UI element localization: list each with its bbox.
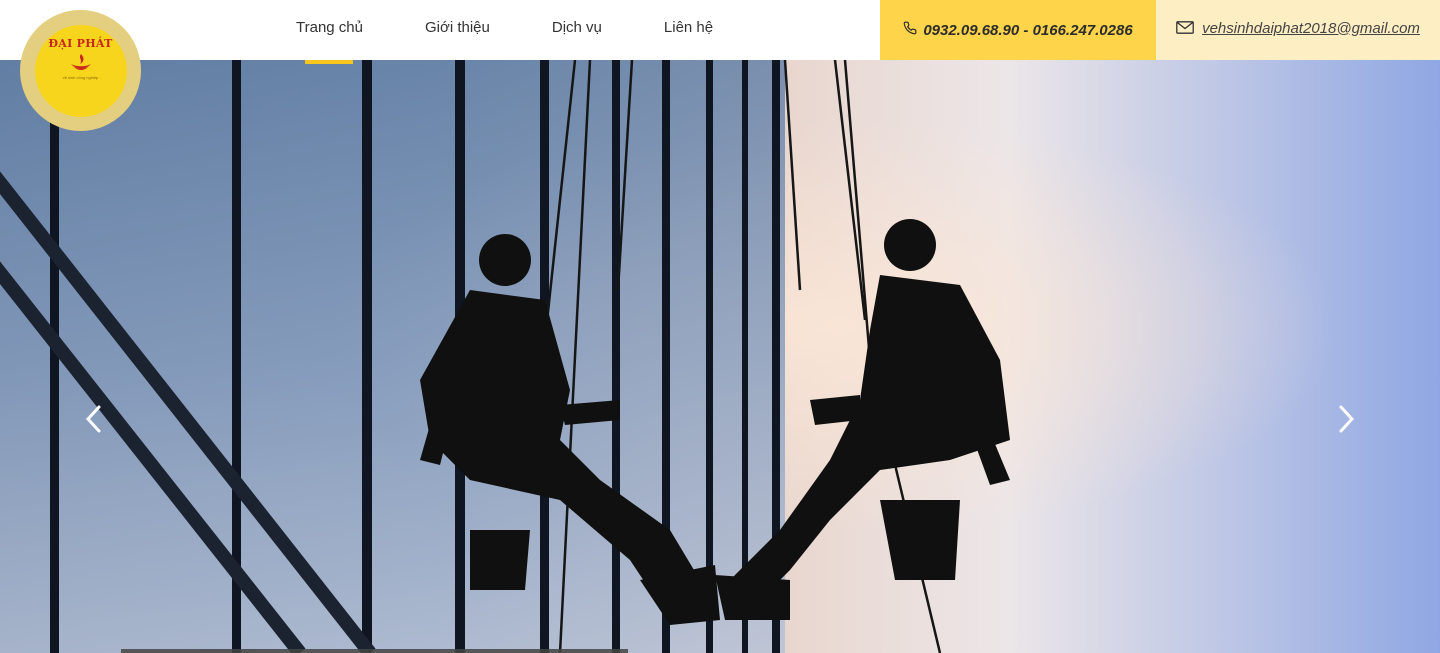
site-logo[interactable]: ĐẠI PHÁT vệ sinh công nghiệp xyxy=(20,10,141,131)
nav-item-label: Trang chủ xyxy=(296,18,363,36)
nav-item-label: Giới thiệu xyxy=(424,18,490,36)
phone-contact[interactable]: 0932.09.68.90 - 0166.247.0286 xyxy=(880,0,1156,60)
nav-item-services[interactable]: Dịch vụ xyxy=(521,0,633,60)
chevron-right-icon xyxy=(1339,405,1355,433)
nav-item-about[interactable]: Giới thiệu xyxy=(394,0,521,60)
nav-item-contact[interactable]: Liên hệ xyxy=(633,0,744,60)
slider-prev-button[interactable] xyxy=(78,398,108,440)
phone-number: 0932.09.68.90 - 0166.247.0286 xyxy=(923,21,1133,39)
slide-caption-bar xyxy=(121,649,628,653)
logo-flame-icon xyxy=(70,53,91,70)
hero-slider xyxy=(0,60,1440,653)
hero-image xyxy=(0,60,1440,653)
main-nav: Trang chủ Giới thiệu Dịch vụ Liên hệ xyxy=(265,0,744,64)
email-contact[interactable]: vehsinhdaiphat2018@gmail.com xyxy=(1156,0,1440,60)
nav-item-home[interactable]: Trang chủ xyxy=(265,0,394,64)
slider-next-button[interactable] xyxy=(1332,398,1362,440)
logo-brand-name: ĐẠI PHÁT xyxy=(48,36,113,50)
nav-item-label: Dịch vụ xyxy=(551,18,602,36)
chevron-left-icon xyxy=(85,405,101,433)
logo-badge: ĐẠI PHÁT vệ sinh công nghiệp xyxy=(34,24,127,117)
nav-item-label: Liên hệ xyxy=(663,18,714,36)
email-link[interactable]: vehsinhdaiphat2018@gmail.com xyxy=(1202,20,1420,37)
mail-icon xyxy=(1176,21,1194,39)
site-header: Trang chủ Giới thiệu Dịch vụ Liên hệ 093… xyxy=(0,0,1440,64)
logo-tagline: vệ sinh công nghiệp xyxy=(62,74,99,80)
phone-icon xyxy=(903,21,917,40)
